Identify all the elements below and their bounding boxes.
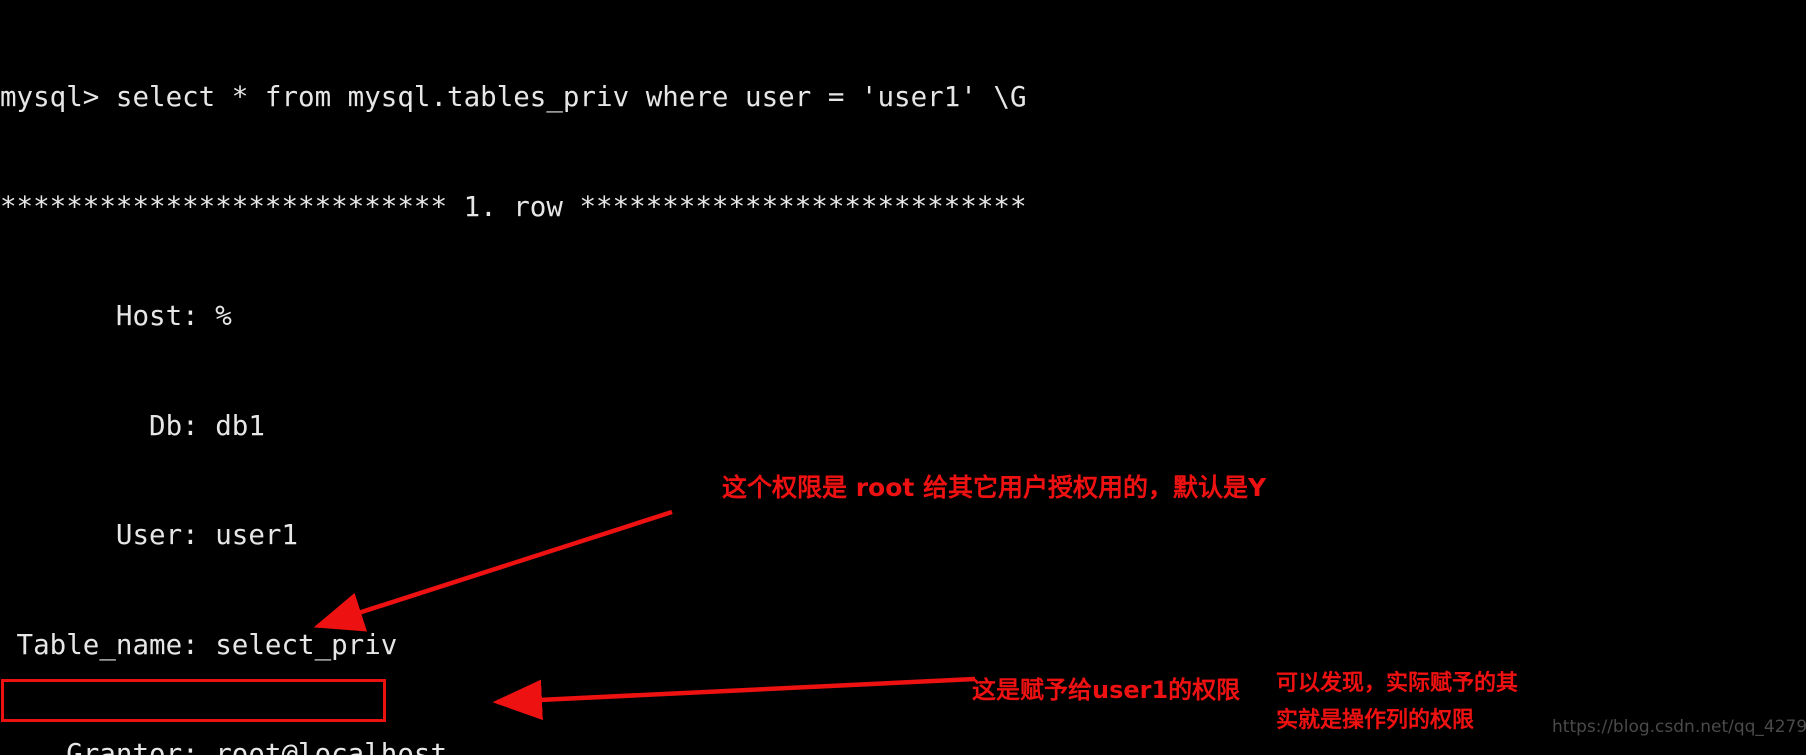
prompt-line: mysql> select * from mysql.tables_priv w…: [0, 81, 1027, 113]
row1-grantor: Grantor: root@localhost: [0, 738, 448, 755]
row1-user: User: user1: [0, 519, 299, 551]
watermark-url: https://blog.csdn.net/qq_42799615: [1552, 717, 1806, 737]
row1-separator: *************************** 1. row *****…: [0, 190, 1027, 223]
terminal-screenshot: mysql> select * from mysql.tables_priv w…: [0, 0, 1806, 755]
column-priv-highlight-box: [1, 679, 386, 722]
row1-db: Db: db1: [0, 409, 265, 442]
row1-table-name: Table_name: select_priv: [0, 628, 398, 661]
terminal-output: mysql> select * from mysql.tables_priv w…: [0, 0, 1806, 755]
row1-host: Host: %: [0, 300, 232, 332]
